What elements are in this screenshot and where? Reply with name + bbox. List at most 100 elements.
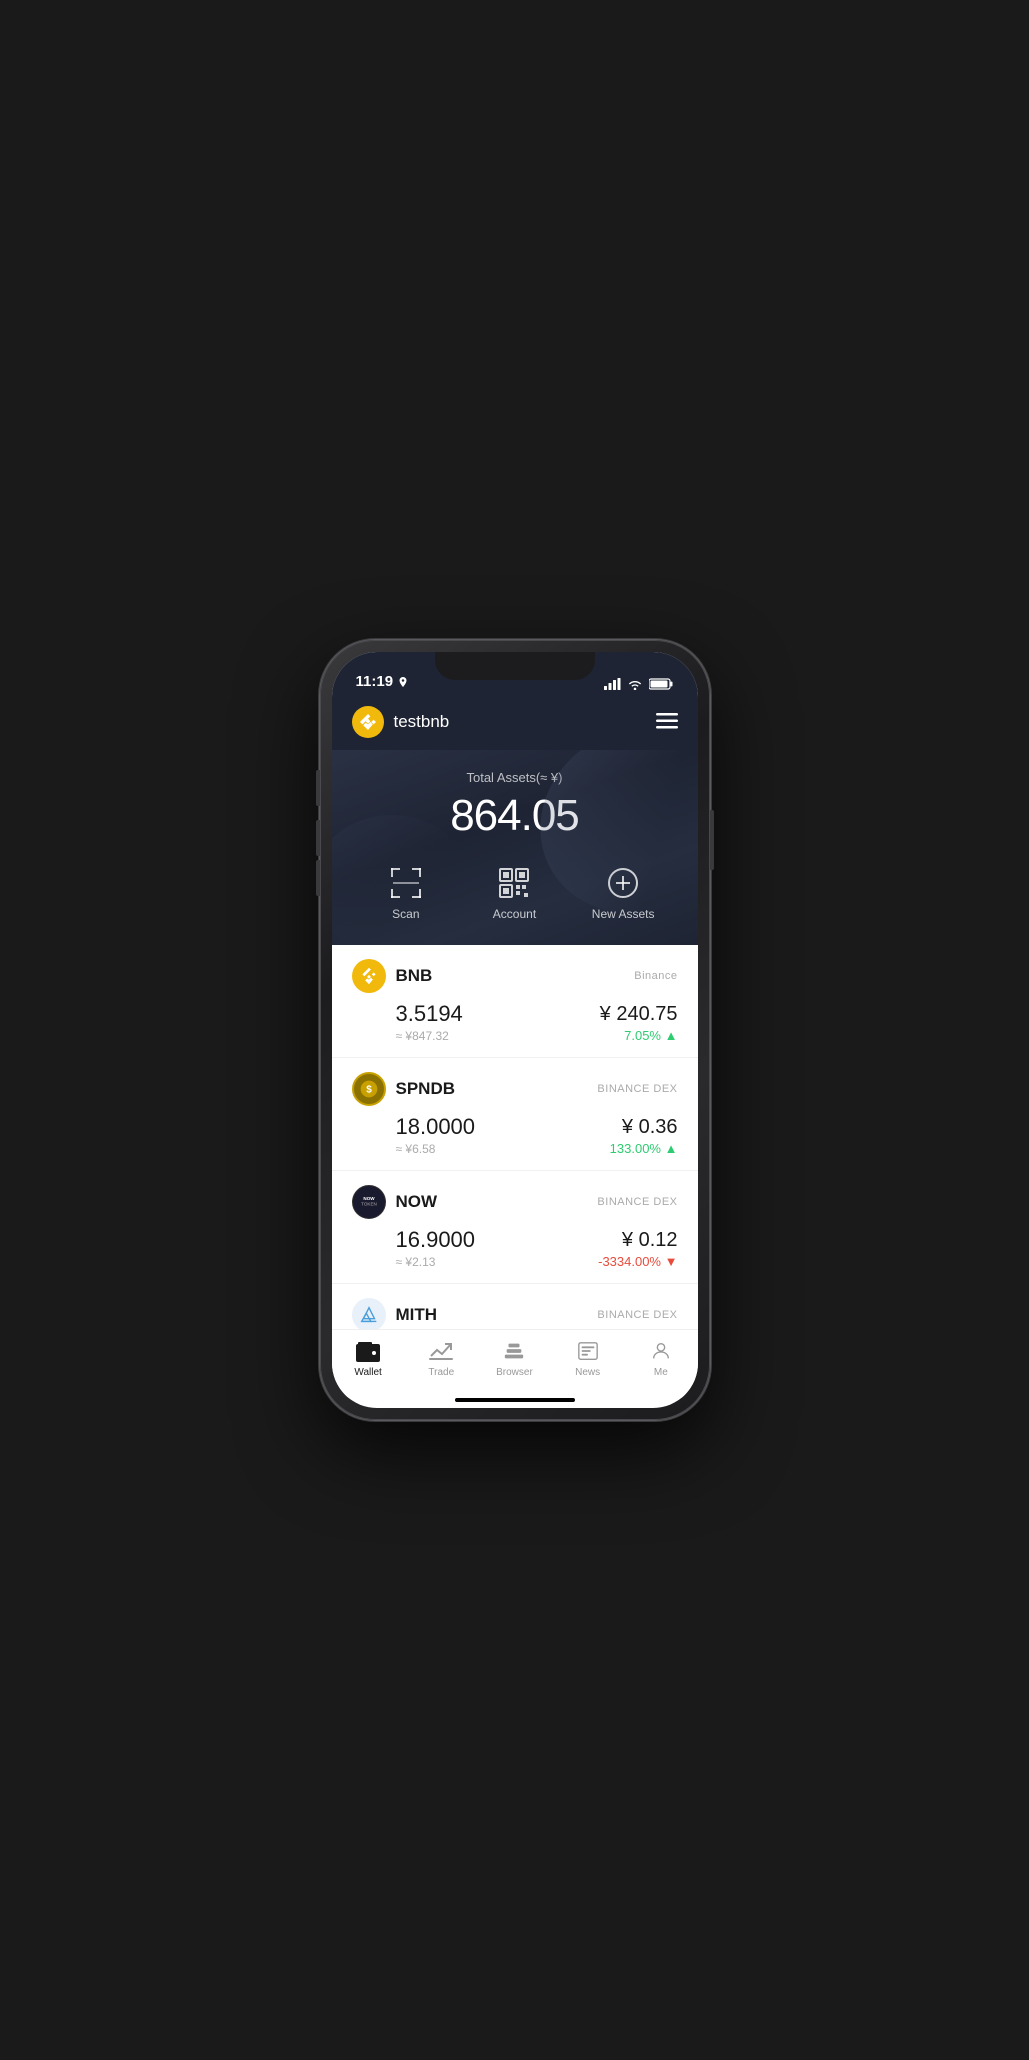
now-balance-block: 16.9000 ≈ ¥2.13	[396, 1227, 476, 1269]
asset-top-mith: MITH BINANCE DEX	[352, 1298, 678, 1329]
now-balance: 16.9000	[396, 1227, 476, 1253]
app-header: testbnb	[332, 696, 698, 750]
spndb-asset-icon: $	[359, 1079, 379, 1099]
scan-svg	[388, 865, 424, 901]
nav-browser[interactable]: Browser	[484, 1338, 544, 1378]
bnb-fiat: ≈ ¥847.32	[396, 1029, 463, 1043]
status-time: 11:19	[356, 673, 410, 690]
asset-top-bnb: BNB Binance	[352, 959, 678, 993]
now-fiat: ≈ ¥2.13	[396, 1255, 476, 1269]
bnb-price-block: ¥ 240.75 7.05% ▲	[600, 1003, 678, 1043]
bnb-exchange: Binance	[634, 970, 677, 982]
now-price: ¥ 0.12	[598, 1229, 677, 1252]
me-nav-label: Me	[654, 1367, 668, 1378]
scan-button[interactable]: Scan	[371, 865, 441, 921]
bnb-logo-icon	[352, 706, 384, 738]
bnb-price: ¥ 240.75	[600, 1003, 678, 1026]
wallet-icon-svg	[356, 1340, 380, 1362]
nav-news[interactable]: News	[558, 1338, 618, 1378]
assets-list: BNB Binance 3.5194 ≈ ¥847.32 ¥ 240.75 7.…	[332, 945, 698, 1329]
spndb-balance-block: 18.0000 ≈ ¥6.58	[396, 1114, 476, 1156]
now-icon: NOW TOKEN	[352, 1185, 386, 1219]
now-exchange: BINANCE DEX	[597, 1196, 677, 1208]
bnb-asset-icon	[358, 965, 380, 987]
asset-item-bnb[interactable]: BNB Binance 3.5194 ≈ ¥847.32 ¥ 240.75 7.…	[332, 945, 698, 1058]
asset-bottom-now: 16.9000 ≈ ¥2.13 ¥ 0.12 -3334.00% ▼	[352, 1227, 678, 1269]
wallet-nav-icon	[355, 1338, 381, 1364]
mith-icon	[352, 1298, 386, 1329]
browser-nav-icon	[501, 1338, 527, 1364]
total-assets-label: Total Assets(≈ ¥)	[352, 770, 678, 785]
hero-section: Total Assets(≈ ¥) 864.05	[332, 750, 698, 945]
qr-svg	[496, 865, 532, 901]
status-icons	[604, 678, 674, 690]
spndb-price-block: ¥ 0.36 133.00% ▲	[610, 1116, 678, 1156]
time-display: 11:19	[356, 673, 394, 690]
action-buttons: Scan	[352, 861, 678, 921]
mith-exchange: BINANCE DEX	[597, 1309, 677, 1321]
spndb-price: ¥ 0.36	[610, 1116, 678, 1139]
spndb-change: 133.00% ▲	[610, 1141, 678, 1156]
mith-name: MITH	[396, 1305, 438, 1325]
trade-nav-icon	[428, 1338, 454, 1364]
news-icon-svg	[576, 1340, 600, 1362]
svg-text:$: $	[366, 1084, 372, 1095]
asset-bottom-bnb: 3.5194 ≈ ¥847.32 ¥ 240.75 7.05% ▲	[352, 1001, 678, 1043]
asset-top-now: NOW TOKEN NOW BINANCE DEX	[352, 1185, 678, 1219]
scan-icon	[388, 865, 424, 901]
asset-item-spndb[interactable]: $ SPNDB BINANCE DEX 18.0000 ≈ ¥6.58 ¥ 0.…	[332, 1058, 698, 1171]
notch	[435, 652, 595, 680]
bnb-icon	[352, 959, 386, 993]
nav-wallet[interactable]: Wallet	[338, 1338, 398, 1378]
new-assets-icon	[605, 865, 641, 901]
nav-trade[interactable]: Trade	[411, 1338, 471, 1378]
menu-button[interactable]	[656, 713, 678, 732]
spndb-icon: $	[352, 1072, 386, 1106]
wallet-nav-label: Wallet	[354, 1367, 381, 1378]
me-nav-icon	[648, 1338, 674, 1364]
now-price-block: ¥ 0.12 -3334.00% ▼	[598, 1229, 677, 1269]
nav-me[interactable]: Me	[631, 1338, 691, 1378]
new-assets-label: New Assets	[592, 907, 655, 921]
trade-nav-label: Trade	[428, 1367, 454, 1378]
asset-item-mith[interactable]: MITH BINANCE DEX 22.8900 ≈ ¥8.02 ¥ 0.35 …	[332, 1284, 698, 1329]
hamburger-icon	[656, 713, 678, 729]
phone-device: 11:19	[320, 640, 710, 1420]
home-indicator	[455, 1398, 575, 1402]
spndb-exchange: BINANCE DEX	[597, 1083, 677, 1095]
spndb-fiat: ≈ ¥6.58	[396, 1142, 476, 1156]
bnb-balance-block: 3.5194 ≈ ¥847.32	[396, 1001, 463, 1043]
me-icon-svg	[649, 1340, 673, 1362]
account-icon	[496, 865, 532, 901]
account-button[interactable]: Account	[479, 865, 549, 921]
svg-text:NOW: NOW	[363, 1196, 375, 1201]
now-asset-icon: NOW TOKEN	[358, 1191, 380, 1213]
phone-screen: 11:19	[332, 652, 698, 1408]
bottom-nav: Wallet Trade	[332, 1329, 698, 1398]
now-down-arrow: ▼	[665, 1254, 678, 1269]
browser-nav-label: Browser	[496, 1367, 533, 1378]
asset-item-now[interactable]: NOW TOKEN NOW BINANCE DEX 16.9000 ≈ ¥2.1…	[332, 1171, 698, 1284]
wifi-icon	[627, 678, 643, 690]
spndb-up-arrow: ▲	[665, 1141, 678, 1156]
signal-icon	[604, 678, 621, 690]
scan-label: Scan	[392, 907, 419, 921]
browser-icon-svg	[502, 1340, 526, 1362]
battery-icon	[649, 678, 674, 690]
bnb-up-arrow: ▲	[665, 1028, 678, 1043]
bnb-change: 7.05% ▲	[600, 1028, 678, 1043]
header-left: testbnb	[352, 706, 450, 738]
asset-top-spndb: $ SPNDB BINANCE DEX	[352, 1072, 678, 1106]
location-icon	[397, 676, 409, 688]
total-assets-amount: 864.05	[352, 791, 678, 841]
bnb-name: BNB	[396, 966, 433, 986]
account-name: testbnb	[394, 712, 450, 732]
new-assets-button[interactable]: New Assets	[588, 865, 658, 921]
bnb-balance: 3.5194	[396, 1001, 463, 1027]
plus-circle-svg	[605, 865, 641, 901]
asset-bottom-spndb: 18.0000 ≈ ¥6.58 ¥ 0.36 133.00% ▲	[352, 1114, 678, 1156]
news-nav-label: News	[575, 1367, 600, 1378]
now-change: -3334.00% ▼	[598, 1254, 677, 1269]
trade-icon-svg	[429, 1340, 453, 1362]
svg-text:TOKEN: TOKEN	[361, 1202, 377, 1207]
